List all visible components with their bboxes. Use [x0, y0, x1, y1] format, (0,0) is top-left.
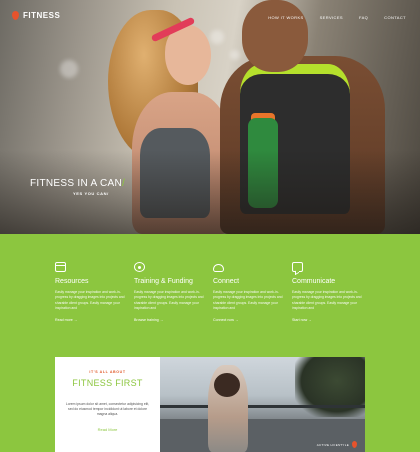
feature-link[interactable]: Start now → [292, 318, 370, 322]
promo-card: IT'S ALL ABOUT FITNESS FIRST Lorem ipsum… [55, 357, 365, 452]
promo-eyebrow: IT'S ALL ABOUT [89, 370, 126, 374]
promo-title: FITNESS FIRST [72, 378, 143, 388]
hero-headline: FITNESS IN A CAN/ [30, 178, 125, 189]
hero-headline-text: FITNESS IN A CAN [30, 178, 123, 189]
promo-text-panel: IT'S ALL ABOUT FITNESS FIRST Lorem ipsum… [55, 357, 160, 452]
feature-title: Communicate [292, 278, 336, 285]
feature-connect: Connect Easily manage your inspiration a… [213, 262, 291, 322]
target-icon [134, 262, 145, 272]
nav-link-how-it-works[interactable]: HOW IT WORKS [268, 15, 303, 20]
feature-text: Easily manage your inspiration and work-… [213, 290, 283, 311]
bokeh-light [230, 50, 240, 60]
feature-text: Easily manage your inspiration and work-… [134, 290, 204, 311]
logo-text: FITNESS [23, 11, 61, 20]
promo-photo: ACTIVE LIFESTYLE [160, 357, 365, 452]
feature-training-funding: Training & Funding Easily manage your in… [134, 262, 212, 322]
feature-communicate: Communicate Easily manage your inspirati… [292, 262, 370, 322]
photo-woman-hair [214, 373, 240, 397]
site-logo[interactable]: FITNESS [12, 11, 60, 20]
badge-text: ACTIVE LIFESTYLE [316, 442, 349, 447]
bokeh-light [60, 60, 78, 78]
feature-text: Easily manage your inspiration and work-… [55, 290, 125, 311]
feature-text: Easily manage your inspiration and work-… [292, 290, 362, 311]
feature-link[interactable]: Connect now → [213, 318, 291, 322]
main-menu: HOW IT WORKS SERVICES FAQ CONTACT [268, 15, 406, 20]
top-navigation: FITNESS HOW IT WORKS SERVICES FAQ CONTAC… [0, 0, 420, 34]
active-lifestyle-badge: ACTIVE LIFESTYLE [317, 441, 357, 448]
nav-link-contact[interactable]: CONTACT [384, 15, 406, 20]
feature-resources: Resources Easily manage your inspiration… [55, 262, 133, 322]
features-section: Resources Easily manage your inspiration… [0, 234, 420, 356]
feature-title: Resources [55, 278, 89, 285]
feature-link[interactable]: Read more → [55, 318, 133, 322]
feature-title: Connect [213, 278, 240, 285]
nav-link-services[interactable]: SERVICES [320, 15, 343, 20]
feature-link[interactable]: Browse training → [134, 318, 212, 322]
photo-trees [295, 357, 365, 417]
hero-tagline: FITNESS IN A CAN/ YES YOU CAN/ [30, 178, 125, 196]
hero-headline-slash: / [122, 178, 126, 189]
hero-subline: YES YOU CAN/ [73, 191, 109, 196]
cloud-icon [213, 264, 224, 272]
drop-logo-icon [12, 11, 19, 20]
nav-link-faq[interactable]: FAQ [359, 15, 368, 20]
calendar-icon [55, 262, 66, 272]
hero-photo-woman-face [165, 25, 211, 85]
feature-title: Training & Funding [134, 278, 193, 285]
photo-railing [160, 405, 365, 408]
chat-icon [292, 262, 303, 272]
drop-logo-icon [352, 441, 357, 448]
read-more-link[interactable]: Read More [98, 427, 118, 432]
promo-text: Lorem ipsum dolor sit amet, consectetur … [65, 402, 150, 417]
hero-banner: FITNESS HOW IT WORKS SERVICES FAQ CONTAC… [0, 0, 420, 234]
